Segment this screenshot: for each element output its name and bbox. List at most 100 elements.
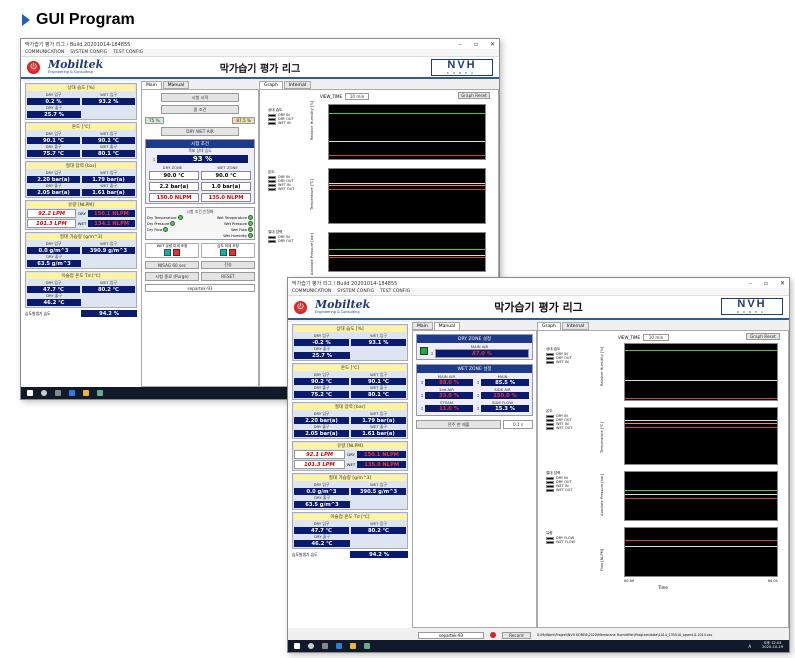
dry-in-pressure: 2.20 bar(a) xyxy=(27,176,80,183)
tab-main[interactable]: Main xyxy=(412,322,433,330)
menu-test-config[interactable]: TEST CONFIG xyxy=(380,289,410,294)
dry-press-setpoint[interactable]: 2.2 bar(a) xyxy=(149,182,199,191)
maximize-icon[interactable]: ▫ xyxy=(764,280,768,287)
pressure-plot xyxy=(328,232,486,272)
user-field: separtek-93 xyxy=(418,631,485,639)
graph-area: Graph Internal VIEW_TIME 10 min Graph Rese… xyxy=(537,322,789,628)
tab-manual[interactable]: Manual xyxy=(433,322,461,330)
app-icon[interactable] xyxy=(364,643,370,649)
submit-button[interactable]: 전주 한 제출 xyxy=(416,420,502,429)
start-test-button[interactable]: 시험 시작 xyxy=(161,93,239,102)
apply-button[interactable]: 전송 xyxy=(201,261,255,269)
minimize-icon[interactable]: – xyxy=(459,41,462,48)
pressure-section: 절대 압력 [bar] DRY 입구 2.20 bar(a) WET 입구 1.79 … xyxy=(25,161,137,198)
view-time-select[interactable]: 10 min xyxy=(345,93,369,100)
menu-communication[interactable]: COMMUNICATION xyxy=(292,289,331,294)
tab-main[interactable]: Main xyxy=(141,81,162,89)
menu-test-config[interactable]: TEST CONFIG xyxy=(113,50,143,55)
dry-zone-settings: DRY ZONE 설정 MAIN AIR ↕ 87.0 % xyxy=(416,334,533,360)
valve-toggle-icon[interactable] xyxy=(172,249,180,256)
wet-main-input[interactable]: 85.5 % xyxy=(481,379,529,386)
task-view-icon[interactable] xyxy=(322,643,328,649)
valve-toggle-icon[interactable] xyxy=(164,249,172,256)
dry-wet-air-button[interactable]: DRY WET AIR xyxy=(161,127,239,136)
nisag-field[interactable]: NISAG 60 sec xyxy=(145,261,199,269)
windows-start-icon[interactable] xyxy=(294,643,300,649)
task-view-icon[interactable] xyxy=(55,390,61,396)
main-air-input[interactable]: 87.0 % xyxy=(435,349,529,358)
power-icon[interactable]: ⏻ xyxy=(27,60,40,74)
app-window-manual-tab[interactable]: 막가습기 평가 리그 / Build 20201014-184855 – ▫ ✕ C… xyxy=(287,277,790,653)
minimize-icon[interactable]: – xyxy=(749,280,752,287)
interval-field[interactable]: 0.1 s xyxy=(503,420,533,429)
graph-reset-button[interactable]: Graph Reset xyxy=(746,333,780,340)
window-titlebar[interactable]: 막가습기 평가 리그 / Build 20201014-184855 – ▫ ✕ xyxy=(21,39,499,49)
side-flow-input[interactable]: 15.3 % xyxy=(481,405,529,412)
menubar: COMMUNICATION SYSTEM CONFIG TEST CONFIG xyxy=(288,288,789,296)
menu-communication[interactable]: COMMUNICATION xyxy=(25,50,64,55)
search-icon[interactable] xyxy=(308,643,314,649)
wet-main-air-input[interactable]: 88.0 % xyxy=(425,379,473,386)
side-air-input[interactable]: 150.0 % xyxy=(481,392,529,399)
tab-internal[interactable]: Internal xyxy=(283,81,312,89)
app-header: ⏻ Mobiltek Engineering & Consulting 막가습기… xyxy=(21,57,499,79)
generator-humidity: 습도발생기 습도 94.2 % xyxy=(25,310,137,317)
series-swatch-icon xyxy=(268,113,276,117)
reset-button[interactable]: RESET xyxy=(201,272,255,281)
dry-in-temp: 90.1 ℃ xyxy=(27,137,80,144)
wet-flow-setpoint[interactable]: 135.0 NLPM xyxy=(201,193,251,202)
tab-internal[interactable]: Internal xyxy=(561,322,590,330)
status-led-icon xyxy=(248,215,253,220)
taskbar-clock[interactable]: 오후 12:04 2020-10-19 xyxy=(762,642,783,649)
window-titlebar[interactable]: 막가습기 평가 리그 / Build 20201014-184855 – ▫ ✕ xyxy=(288,278,789,288)
dry-out-pressure: 2.05 bar(a) xyxy=(27,189,80,196)
graph-reset-button[interactable]: Graph Reset xyxy=(458,92,490,99)
wet-out-pressure: 1.61 bar(a) xyxy=(82,189,135,196)
wet-press-setpoint[interactable]: 1.0 bar(a) xyxy=(201,182,251,191)
maximize-icon[interactable]: ▫ xyxy=(474,41,478,48)
legend-pressure: 절대 압력 DRY IN DRY OUT xyxy=(268,230,294,243)
power-icon[interactable]: ⏻ xyxy=(294,300,307,314)
knob-icon[interactable] xyxy=(420,347,428,355)
dry-out-temp: 75.7 ℃ xyxy=(27,150,80,157)
menu-system-config[interactable]: SYSTEM CONFIG xyxy=(337,289,374,294)
menu-system-config[interactable]: SYSTEM CONFIG xyxy=(70,50,107,55)
edge-icon[interactable] xyxy=(336,643,342,649)
flow-plot xyxy=(624,527,778,577)
second-air-input[interactable]: 33.0 % xyxy=(425,392,473,399)
window-title: 막가습기 평가 리그 / Build 20201014-184855 xyxy=(25,41,131,48)
status-led-icon xyxy=(163,227,169,232)
stepper-arrows-icon[interactable]: ↕ xyxy=(152,157,156,162)
target-humidity[interactable]: 93 % xyxy=(157,155,248,163)
humid-toggle-icon[interactable] xyxy=(228,249,236,256)
temperature-plot xyxy=(624,407,778,465)
folder-icon[interactable] xyxy=(350,643,356,649)
sensor-panel: 상대 습도 [%] DRY 입구 -0.2 % WET 입구 93.1 % DRY 출… xyxy=(288,322,412,628)
dry-flow-setpoint[interactable]: 150.0 NLPM xyxy=(149,193,199,202)
dry-temp-setpoint[interactable]: 90.0 ℃ xyxy=(149,171,199,180)
tab-graph[interactable]: Graph xyxy=(537,322,561,330)
pct-75: 75 % xyxy=(145,117,164,124)
tab-manual[interactable]: Manual xyxy=(162,81,190,89)
humid-toggle-icon[interactable] xyxy=(220,249,228,256)
wet-temp-setpoint[interactable]: 90.0 ℃ xyxy=(201,171,251,180)
status-led-icon xyxy=(177,215,183,220)
close-icon[interactable]: ✕ xyxy=(780,280,785,287)
pressure-plot xyxy=(624,471,778,521)
search-icon[interactable] xyxy=(41,390,47,396)
folder-icon[interactable] xyxy=(83,390,89,396)
ime-indicator[interactable]: A xyxy=(748,644,751,649)
tab-graph[interactable]: Graph xyxy=(259,81,283,89)
x-axis-ticks: 00.00 00.01 xyxy=(624,579,778,583)
steam-input[interactable]: 11.0 % xyxy=(425,405,473,412)
legend-humidity: 상대 습도 DRY IN DRY OUT WET IN xyxy=(546,347,572,364)
edge-icon[interactable] xyxy=(69,390,75,396)
condition-button[interactable]: 중 조건 xyxy=(161,105,239,114)
windows-start-icon[interactable] xyxy=(27,390,33,396)
app-icon[interactable] xyxy=(97,390,103,396)
purge-button[interactable]: 시험 종료 (Purge) xyxy=(145,272,199,281)
dry-nlpm: 150.1 NLPM xyxy=(87,210,136,217)
close-icon[interactable]: ✕ xyxy=(490,41,495,48)
view-time-select[interactable]: 10 min xyxy=(643,334,669,341)
record-button[interactable]: Record xyxy=(502,631,531,639)
